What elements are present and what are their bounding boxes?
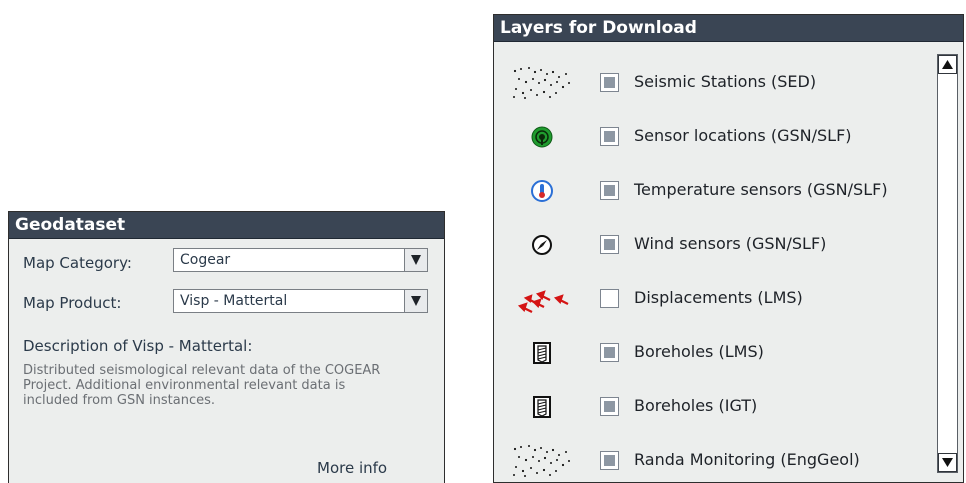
map-category-select[interactable]: Cogear: [173, 248, 428, 272]
map-category-value: Cogear: [180, 252, 231, 268]
layer-item[interactable]: Sensor locations (GSN/SLF): [494, 117, 924, 157]
scroll-up-button[interactable]: [938, 55, 957, 74]
layer-label: Boreholes (LMS): [634, 342, 764, 361]
layer-item[interactable]: Seismic Stations (SED): [494, 63, 924, 103]
map-product-value: Visp - Mattertal: [180, 293, 288, 309]
layers-panel: Layers for Download Seismic Stations (SE…: [493, 14, 964, 483]
dots-icon: [510, 63, 574, 103]
layer-checkbox[interactable]: [600, 181, 619, 200]
map-product-select[interactable]: Visp - Mattertal: [173, 289, 428, 313]
scroll-down-button[interactable]: [938, 453, 957, 472]
layer-checkbox[interactable]: [600, 73, 619, 92]
arrows-icon: [510, 279, 574, 319]
borehole-icon: [510, 387, 574, 427]
borehole-icon: [510, 333, 574, 373]
layer-item[interactable]: Wind sensors (GSN/SLF): [494, 225, 924, 265]
geodataset-title: Geodataset: [9, 212, 444, 239]
geodataset-panel: Geodataset Map Category: Cogear Map Prod…: [8, 211, 445, 483]
layer-item[interactable]: Randa Monitoring (EngGeol): [494, 441, 924, 481]
layer-checkbox[interactable]: [600, 235, 619, 254]
layer-item[interactable]: Boreholes (LMS): [494, 333, 924, 373]
description-title: Description of Visp - Mattertal:: [23, 337, 253, 355]
layer-checkbox[interactable]: [600, 451, 619, 470]
layer-label: Boreholes (IGT): [634, 396, 758, 415]
layer-checkbox[interactable]: [600, 289, 619, 308]
layer-checkbox[interactable]: [600, 397, 619, 416]
more-info-link[interactable]: More info: [317, 459, 387, 477]
layer-checkbox[interactable]: [600, 127, 619, 146]
layers-title: Layers for Download: [494, 15, 963, 42]
layer-label: Wind sensors (GSN/SLF): [634, 234, 827, 253]
layer-label: Displacements (LMS): [634, 288, 803, 307]
layer-label: Temperature sensors (GSN/SLF): [634, 180, 888, 199]
thermometer-icon: [510, 171, 574, 211]
description-body: Distributed seismological relevant data …: [23, 363, 381, 408]
compass-icon: [510, 225, 574, 265]
layer-checkbox[interactable]: [600, 343, 619, 362]
layer-label: Seismic Stations (SED): [634, 72, 817, 91]
layer-item[interactable]: Boreholes (IGT): [494, 387, 924, 427]
dots-icon: [510, 441, 574, 481]
map-product-label: Map Product:: [23, 294, 122, 312]
antenna-icon: [510, 117, 574, 157]
map-category-label: Map Category:: [23, 254, 132, 272]
layers-scrollbar[interactable]: [937, 54, 958, 473]
layer-item[interactable]: Temperature sensors (GSN/SLF): [494, 171, 924, 211]
layer-item[interactable]: Displacements (LMS): [494, 279, 924, 319]
dropdown-arrow-icon[interactable]: [404, 290, 427, 312]
dropdown-arrow-icon[interactable]: [404, 249, 427, 271]
layer-label: Randa Monitoring (EngGeol): [634, 450, 860, 469]
layer-label: Sensor locations (GSN/SLF): [634, 126, 852, 145]
